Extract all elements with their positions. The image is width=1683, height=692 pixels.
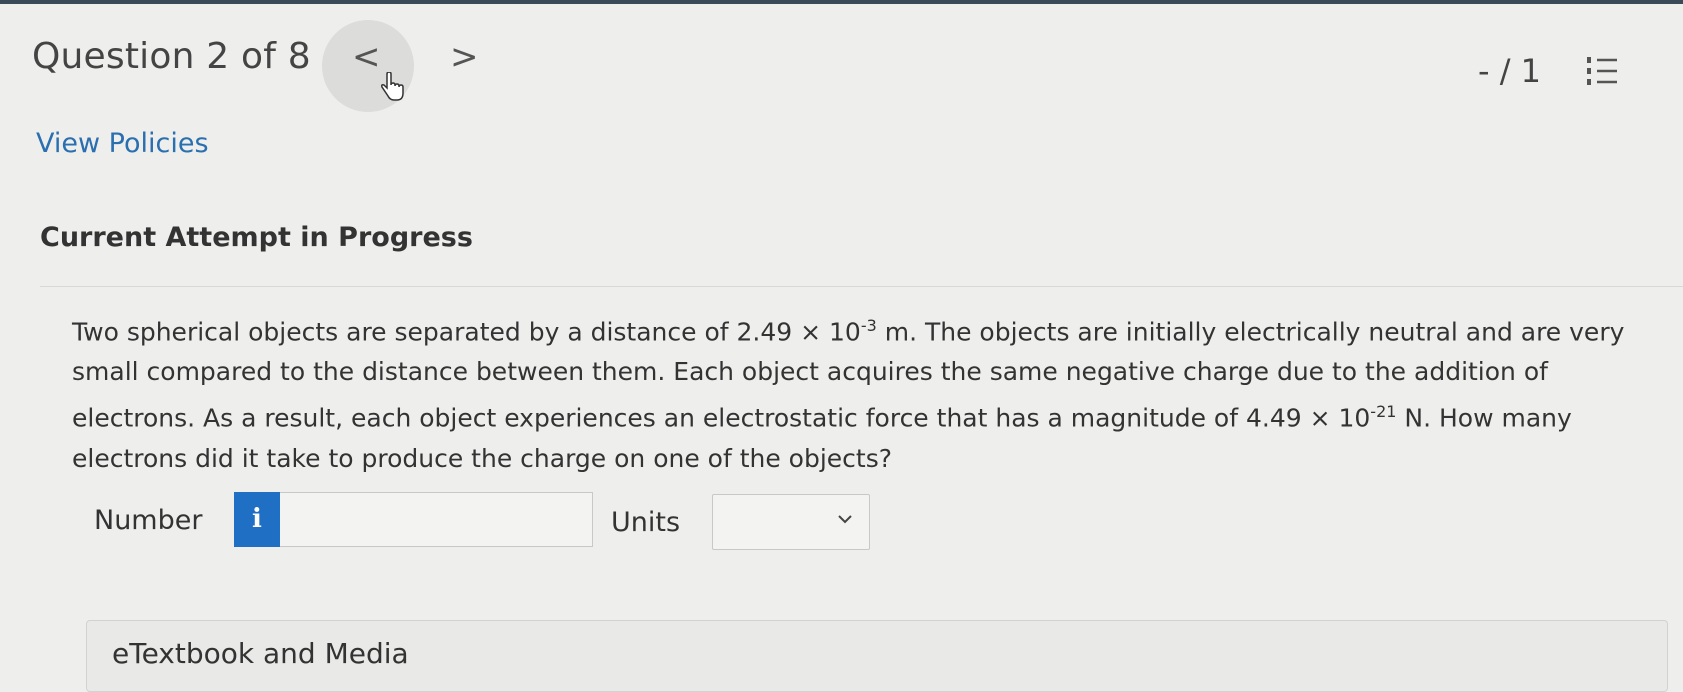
question-text: Two spherical objects are separated by a… [72,306,1672,479]
top-border [0,0,1683,4]
question-exponent-1: -3 [860,316,877,335]
divider [40,286,1683,287]
chevron-left-icon[interactable]: < [352,40,381,74]
question-title: Question 2 of 8 [32,36,311,77]
hand-cursor-icon [381,72,404,101]
chevron-right-icon[interactable]: > [450,40,479,74]
chevron-down-icon [838,515,852,524]
info-icon[interactable]: i [234,492,280,547]
units-label: Units [611,507,681,538]
score-display: - / 1 [1478,52,1542,90]
number-label: Number [94,505,203,536]
units-select[interactable] [712,494,870,550]
attempt-heading: Current Attempt in Progress [40,222,473,253]
view-policies-link[interactable]: View Policies [36,128,209,159]
question-exponent-2: -21 [1370,402,1397,422]
numbered-list-icon[interactable] [1585,55,1619,87]
etextbook-label[interactable]: eTextbook and Media [112,637,409,670]
number-input[interactable] [280,492,593,547]
question-text-part-1: Two spherical objects are separated by a… [72,317,861,347]
